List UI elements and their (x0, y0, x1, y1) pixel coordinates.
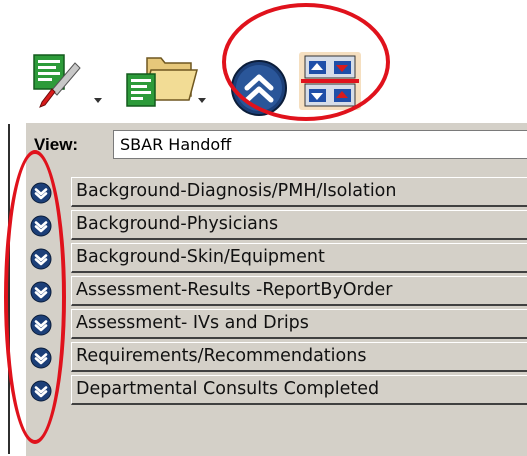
section-row[interactable]: Assessment-Results -ReportByOrder (26, 275, 527, 308)
expand-chevron-icon[interactable] (30, 347, 52, 369)
folder-form-dropdown-caret[interactable] (198, 98, 206, 103)
section-list: Background-Diagnosis/PMH/Isolation Backgr… (26, 176, 527, 407)
section-header[interactable]: Assessment- IVs and Drips (71, 309, 527, 339)
collapse-all-icon (231, 60, 287, 116)
app-window: View: SBAR Handoff Background-Diagnosis/… (0, 0, 527, 456)
section-row[interactable]: Requirements/Recommendations (26, 341, 527, 374)
expand-chevron-icon[interactable] (30, 314, 52, 336)
section-row[interactable]: Assessment- IVs and Drips (26, 308, 527, 341)
section-header[interactable]: Background-Physicians (71, 210, 527, 240)
edit-form-icon (33, 54, 81, 108)
expand-chevron-icon[interactable] (30, 182, 52, 204)
view-select[interactable]: SBAR Handoff (113, 130, 527, 159)
section-header[interactable]: Background-Diagnosis/PMH/Isolation (71, 177, 527, 207)
folder-form-button[interactable] (121, 52, 201, 112)
expand-chevron-icon[interactable] (30, 248, 52, 270)
section-header[interactable]: Requirements/Recommendations (71, 342, 527, 372)
view-panel: View: SBAR Handoff Background-Diagnosis/… (26, 123, 527, 456)
collapse-all-button[interactable] (229, 58, 289, 118)
section-header[interactable]: Assessment-Results -ReportByOrder (71, 276, 527, 306)
toolbar (0, 0, 527, 124)
section-row[interactable]: Background-Physicians (26, 209, 527, 242)
folder-form-icon (126, 57, 198, 107)
section-header[interactable]: Departmental Consults Completed (71, 375, 527, 405)
edit-form-button[interactable] (31, 53, 89, 111)
section-row[interactable]: Background-Skin/Equipment (26, 242, 527, 275)
expand-chevron-icon[interactable] (30, 215, 52, 237)
view-row: View: SBAR Handoff (26, 123, 527, 175)
section-row[interactable]: Background-Diagnosis/PMH/Isolation (26, 176, 527, 209)
section-header[interactable]: Background-Skin/Equipment (71, 243, 527, 273)
expand-collapse-button[interactable] (299, 52, 361, 110)
expand-chevron-icon[interactable] (30, 380, 52, 402)
section-row[interactable]: Departmental Consults Completed (26, 374, 527, 407)
view-label: View: (34, 135, 79, 154)
edit-form-dropdown-caret[interactable] (94, 98, 102, 103)
expand-chevron-icon[interactable] (30, 281, 52, 303)
expand-collapse-arrows-icon (299, 52, 361, 110)
